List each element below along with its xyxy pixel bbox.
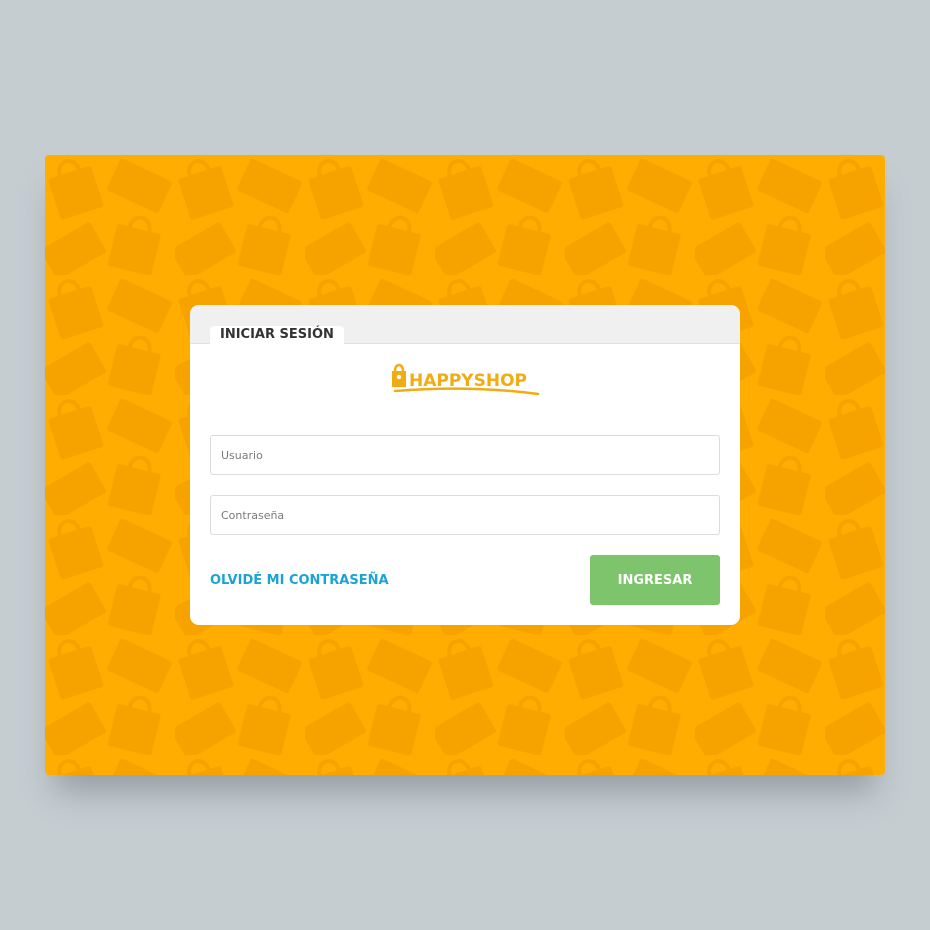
forgot-password-link[interactable]: OLVIDÉ MI CONTRASEÑA: [210, 573, 389, 588]
login-card: INICIAR SESIÓN HAPPYSHOP OLVIDÉ MI CONTR…: [190, 305, 740, 625]
card-header: INICIAR SESIÓN: [190, 305, 740, 345]
login-button[interactable]: INGRESAR: [590, 555, 720, 605]
happyshop-logo: HAPPYSHOP: [392, 363, 540, 396]
shopping-bag-icon: [392, 363, 406, 387]
password-input[interactable]: [210, 495, 720, 535]
login-screen: INICIAR SESIÓN HAPPYSHOP OLVIDÉ MI CONTR…: [45, 155, 885, 775]
username-input[interactable]: [210, 435, 720, 475]
tab-login-label: INICIAR SESIÓN: [220, 327, 334, 342]
tab-login[interactable]: INICIAR SESIÓN: [210, 326, 344, 345]
